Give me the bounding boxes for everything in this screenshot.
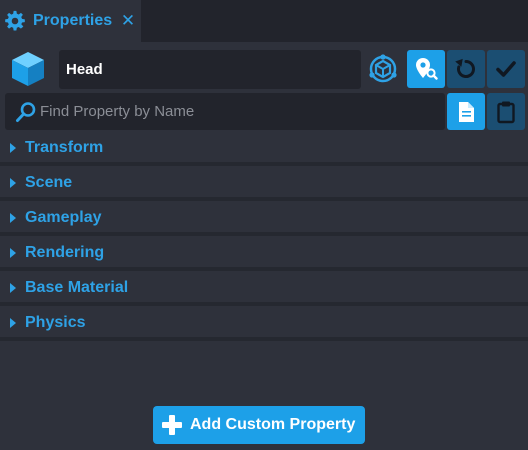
section-label: Gameplay [25,209,102,226]
expand-arrow-icon [10,143,16,153]
section-scene[interactable]: Scene [0,166,528,201]
section-label: Physics [25,314,86,331]
expand-arrow-icon [10,178,16,188]
checkmark-icon [496,61,516,77]
network-context-icon[interactable] [367,53,399,85]
tab-properties[interactable]: Properties ✕ [0,0,141,42]
tab-title: Properties [33,12,113,29]
section-label: Scene [25,174,73,191]
properties-panel: Properties ✕ Head Find Property by Name … [0,0,528,450]
expand-arrow-icon [10,213,16,223]
section-label: Rendering [25,244,105,261]
section-physics[interactable]: Physics [0,306,528,341]
gear-icon [5,10,25,31]
section-base-material[interactable]: Base Material [0,271,528,306]
section-label: Base Material [25,279,129,296]
tab-bar: Properties ✕ [0,0,528,42]
section-transform[interactable]: Transform [0,131,528,166]
reset-button[interactable] [447,50,485,88]
paste-button[interactable] [487,93,525,130]
add-custom-property-button[interactable]: Add Custom Property [153,406,365,444]
close-icon[interactable]: ✕ [120,11,136,31]
copy-button[interactable] [447,93,485,130]
search-input[interactable] [40,93,440,130]
expand-arrow-icon [10,318,16,328]
plus-icon [162,415,182,435]
locate-object-button[interactable] [407,50,445,88]
add-custom-property-label: Add Custom Property [190,416,356,433]
locate-object-icon [416,58,438,80]
property-search [5,93,445,130]
section-rendering[interactable]: Rendering [0,236,528,271]
object-name-input[interactable] [59,50,361,89]
expand-arrow-icon [10,283,16,293]
reset-icon [455,58,475,78]
expand-arrow-icon [10,248,16,258]
property-sections: Transform Scene Gameplay Rendering Base … [0,131,528,341]
search-icon [16,102,36,122]
paste-icon [497,101,515,123]
apply-button[interactable] [487,50,525,88]
copy-icon [459,101,474,122]
section-gameplay[interactable]: Gameplay [0,201,528,236]
cube-icon [12,52,44,86]
section-label: Transform [25,139,104,156]
